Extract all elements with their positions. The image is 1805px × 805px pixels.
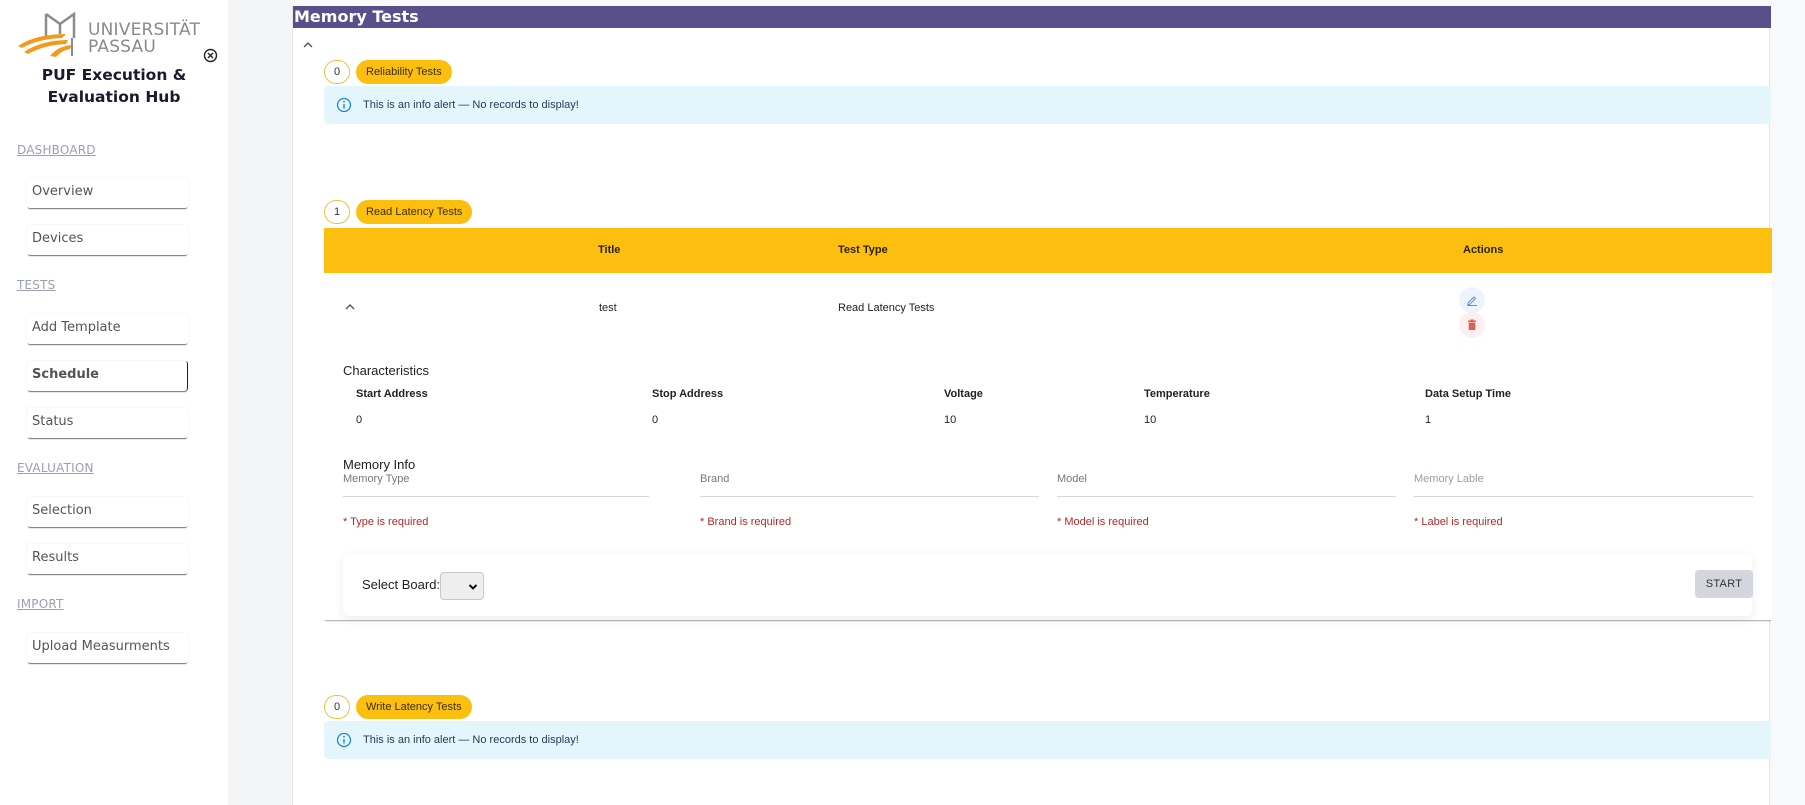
collapse-row-button[interactable] <box>344 302 356 312</box>
delete-button[interactable] <box>1459 312 1485 338</box>
reliability-count-badge: 0 <box>324 60 350 84</box>
write-latency-tests-chip: Write Latency Tests <box>356 695 472 719</box>
char-value-start-address: 0 <box>356 414 363 426</box>
memory-type-error: * Type is required <box>343 516 429 528</box>
close-circle-icon <box>203 48 218 63</box>
logo-emblem-icon <box>18 11 76 57</box>
pencil-icon <box>1467 296 1477 306</box>
select-board-card: Select Board: START <box>343 554 1753 616</box>
section-import[interactable]: IMPORT <box>17 597 64 611</box>
nav-status[interactable]: Status <box>27 408 188 438</box>
memory-tests-panel: Memory Tests 0 Reliability Tests This is… <box>292 6 1772 805</box>
alert-text: This is an info alert — No records to di… <box>363 734 579 746</box>
memory-label-error: * Label is required <box>1414 516 1503 528</box>
char-value-temperature: 10 <box>1144 414 1157 426</box>
row-title: test <box>599 302 617 314</box>
memory-info-title: Memory Info <box>343 457 416 472</box>
write-latency-count-badge: 0 <box>324 695 350 719</box>
nav-devices[interactable]: Devices <box>27 225 188 255</box>
brand-error: * Brand is required <box>700 516 792 528</box>
page-title: Memory Tests <box>293 6 1771 28</box>
edit-button[interactable] <box>1459 287 1485 313</box>
nav-selection[interactable]: Selection <box>27 497 188 527</box>
read-latency-table: Title Test Type Actions test Read Latenc… <box>324 228 1772 620</box>
nav-upload-measurments[interactable]: Upload Measurments <box>27 633 188 663</box>
char-label-temperature: Temperature <box>1144 388 1210 400</box>
char-label-voltage: Voltage <box>944 388 983 400</box>
memory-type-input[interactable]: Memory Type <box>343 473 649 497</box>
table-row: test Read Latency Tests <box>324 273 1772 343</box>
section-dashboard[interactable]: DASHBOARD <box>17 143 96 157</box>
chevron-up-icon <box>345 304 355 310</box>
info-icon <box>336 732 352 748</box>
section-evaluation[interactable]: EVALUATION <box>17 461 94 475</box>
alert-text: This is an info alert — No records to di… <box>363 99 579 111</box>
nav-results[interactable]: Results <box>27 544 188 574</box>
nav-schedule[interactable]: Schedule <box>27 361 188 391</box>
reliability-tests-chip: Reliability Tests <box>356 60 452 84</box>
section-tests[interactable]: TESTS <box>17 278 55 292</box>
column-test-type: Test Type <box>838 244 888 256</box>
column-actions: Actions <box>1463 244 1504 256</box>
char-value-stop-address: 0 <box>652 414 659 426</box>
characteristics-title: Characteristics <box>343 363 429 378</box>
memory-label-input[interactable]: Memory Lable <box>1414 473 1753 497</box>
char-label-data-setup-time: Data Setup Time <box>1425 388 1511 400</box>
write-latency-info-alert: This is an info alert — No records to di… <box>324 721 1771 759</box>
read-latency-count-badge: 1 <box>324 200 350 224</box>
chevron-down-icon <box>468 584 478 590</box>
select-board-dropdown[interactable] <box>440 572 484 600</box>
model-error: * Model is required <box>1057 516 1149 528</box>
select-board-label: Select Board: <box>362 577 441 592</box>
close-sidebar-button[interactable] <box>203 48 218 63</box>
brand-input[interactable]: Brand <box>700 473 1039 497</box>
model-input[interactable]: Model <box>1057 473 1396 497</box>
chevron-up-icon <box>303 42 313 48</box>
char-value-data-setup-time: 1 <box>1425 414 1432 426</box>
logo-line2: PASSAU <box>88 37 156 57</box>
university-logo: UNIVERSITÄT PASSAU <box>16 11 200 62</box>
sidebar: UNIVERSITÄT PASSAU PUF Execution & Evalu… <box>0 0 228 805</box>
reliability-info-alert: This is an info alert — No records to di… <box>324 86 1771 124</box>
column-title: Title <box>598 244 621 256</box>
info-icon <box>336 97 352 113</box>
app-title: PUF Execution & Evaluation Hub <box>41 66 187 106</box>
nav-add-template[interactable]: Add Template <box>27 314 188 344</box>
nav-overview[interactable]: Overview <box>27 178 188 208</box>
start-button[interactable]: START <box>1695 570 1753 598</box>
collapse-panel-button[interactable] <box>301 38 315 50</box>
row-test-type: Read Latency Tests <box>838 302 935 314</box>
char-label-start-address: Start Address <box>356 388 428 400</box>
char-label-stop-address: Stop Address <box>652 388 724 400</box>
read-latency-tests-chip: Read Latency Tests <box>356 200 473 224</box>
char-value-voltage: 10 <box>944 414 957 426</box>
table-header: Title Test Type Actions <box>324 228 1772 273</box>
gutter <box>228 0 292 805</box>
trash-icon <box>1468 319 1476 330</box>
